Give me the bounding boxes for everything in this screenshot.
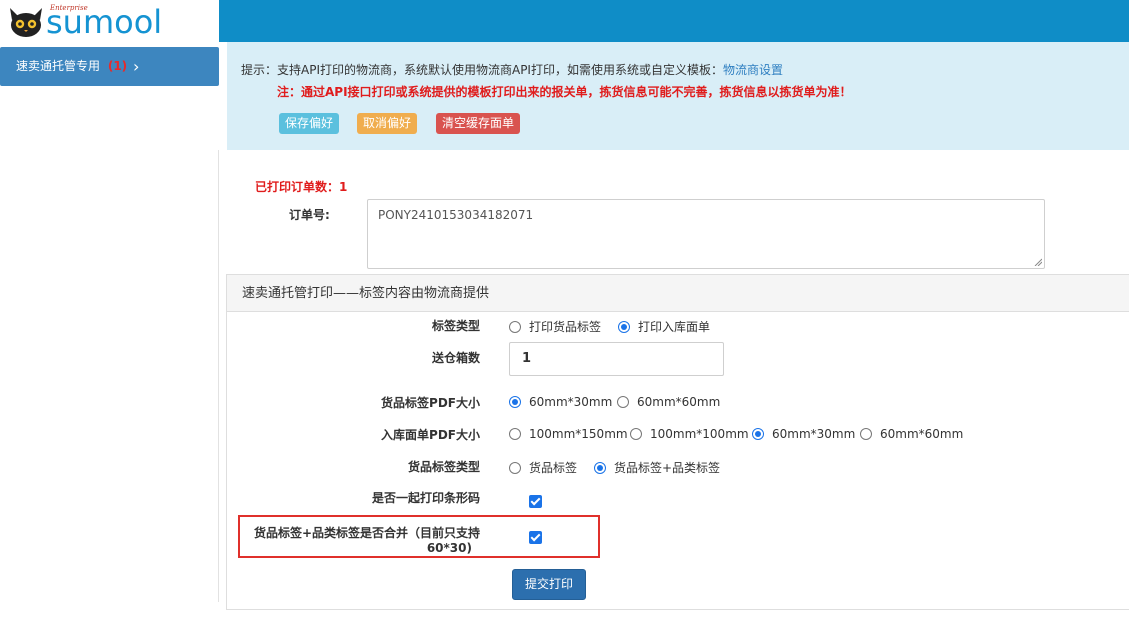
- order-number-label: 订单号:: [289, 208, 330, 222]
- inbound-pdf-size-option-100x100[interactable]: 100mm*100mm: [630, 427, 749, 441]
- logistics-settings-link[interactable]: 物流商设置: [723, 63, 783, 77]
- option-text: 60mm*60mm: [880, 427, 964, 441]
- goods-pdf-size-option-60x60[interactable]: 60mm*60mm: [617, 395, 720, 409]
- goods-label-type-label: 货品标签类型: [407, 460, 480, 474]
- inbound-pdf-size-option-60x60[interactable]: 60mm*60mm: [860, 427, 963, 441]
- label-type-option-goods[interactable]: 打印货品标签: [509, 318, 601, 335]
- box-count-input[interactable]: 1: [509, 342, 724, 376]
- goods-label-type-option-goods-category[interactable]: 货品标签+品类标签: [594, 459, 720, 476]
- merge-labels-label-line1: 货品标签+品类标签是否合并（目前只支持: [253, 526, 480, 540]
- sidebar-item-count: (1): [107, 59, 128, 73]
- option-text: 100mm*150mm: [529, 427, 628, 441]
- sidebar-item-label: 速卖通托管专用: [16, 59, 101, 73]
- radio-button[interactable]: [509, 320, 521, 333]
- radio-button-selected[interactable]: [618, 320, 630, 333]
- radio-button[interactable]: [617, 396, 629, 408]
- print-barcode-checkbox[interactable]: [529, 495, 542, 508]
- submit-print-button[interactable]: 提交打印: [512, 569, 586, 600]
- cancel-preference-button[interactable]: 取消偏好: [357, 113, 418, 134]
- inbound-pdf-size-option-60x30[interactable]: 60mm*30mm: [752, 427, 855, 441]
- logo[interactable]: Enterprise sumool: [0, 0, 219, 42]
- inbound-pdf-size-label: 入库面单PDF大小: [381, 428, 480, 442]
- inbound-pdf-size-option-100x150[interactable]: 100mm*150mm: [509, 427, 628, 441]
- clear-cache-button[interactable]: 清空缓存面单: [436, 113, 521, 134]
- notice-tip: 提示：支持API打印的物流商，系统默认使用物流商API打印，如需使用系统或自定义…: [241, 61, 783, 78]
- sidebar: 速卖通托管专用 (1) ›: [0, 42, 219, 620]
- cat-logo-icon: [10, 8, 42, 37]
- notice-panel: 提示：支持API打印的物流商，系统默认使用物流商API打印，如需使用系统或自定义…: [227, 42, 1129, 150]
- notice-tip-text: 提示：支持API打印的物流商，系统默认使用物流商API打印，如需使用系统或自定义…: [241, 63, 723, 77]
- radio-button-selected[interactable]: [752, 428, 764, 440]
- panel-title: 速卖通托管打印——标签内容由物流商提供: [227, 275, 1129, 312]
- radio-button[interactable]: [860, 428, 872, 440]
- option-text: 60mm*30mm: [529, 395, 613, 409]
- goods-label-type-option-goods[interactable]: 货品标签: [509, 459, 577, 476]
- print-barcode-label: 是否一起打印条形码: [371, 491, 480, 505]
- order-number-value: PONY2410153034182071: [378, 208, 534, 222]
- sidebar-divider: [218, 150, 219, 602]
- save-preference-button[interactable]: 保存偏好: [279, 113, 340, 134]
- chevron-right-icon: ›: [133, 57, 140, 76]
- radio-button-selected[interactable]: [594, 461, 606, 474]
- radio-button[interactable]: [509, 428, 521, 440]
- option-text: 100mm*100mm: [650, 427, 749, 441]
- sidebar-item-aliexpress-managed[interactable]: 速卖通托管专用 (1) ›: [0, 47, 219, 86]
- option-text: 打印货品标签: [529, 320, 602, 334]
- option-text: 60mm*30mm: [772, 427, 856, 441]
- radio-button[interactable]: [630, 428, 642, 440]
- option-text: 货品标签+品类标签: [614, 461, 721, 475]
- option-text: 打印入库面单: [638, 320, 711, 334]
- box-count-label: 送仓箱数: [431, 351, 480, 365]
- merge-labels-label: 货品标签+品类标签是否合并（目前只支持 60*30): [250, 524, 480, 555]
- merge-labels-label-line2: 60*30): [426, 541, 472, 555]
- label-type-option-inbound[interactable]: 打印入库面单: [618, 318, 710, 335]
- option-text: 货品标签: [529, 461, 578, 475]
- goods-pdf-size-label: 货品标签PDF大小: [381, 396, 480, 410]
- notice-warning: 注：通过API接口打印或系统提供的模板打印出来的报关单，拣货信息可能不完善，拣货…: [277, 85, 852, 99]
- radio-button[interactable]: [509, 461, 521, 474]
- resize-grip-icon[interactable]: [1034, 258, 1042, 266]
- logo-text: sumool: [46, 3, 163, 41]
- option-text: 60mm*60mm: [637, 395, 721, 409]
- order-number-textarea[interactable]: PONY2410153034182071: [367, 199, 1045, 269]
- goods-pdf-size-option-60x30[interactable]: 60mm*30mm: [509, 395, 612, 409]
- merge-labels-checkbox[interactable]: [529, 531, 542, 544]
- label-type-label: 标签类型: [431, 319, 480, 333]
- radio-button-selected[interactable]: [509, 396, 521, 408]
- printed-count: 已打印订单数：1: [255, 180, 348, 194]
